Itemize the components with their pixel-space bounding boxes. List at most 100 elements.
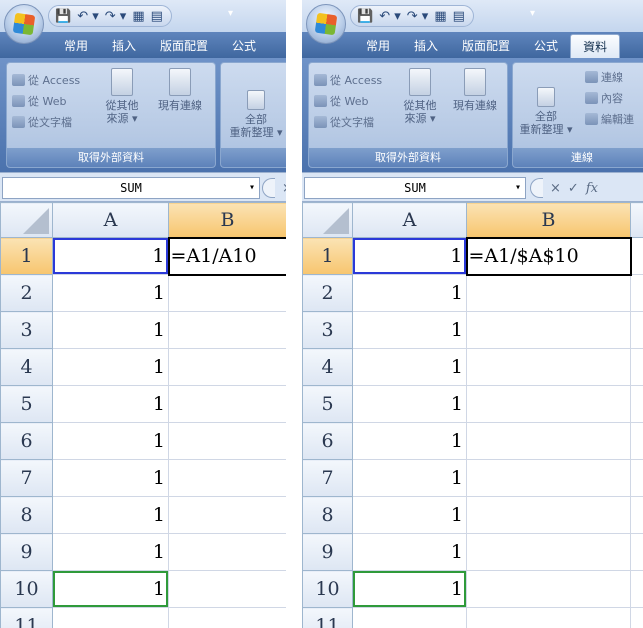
cell-c11[interactable] <box>630 607 643 628</box>
cell-c4[interactable] <box>630 348 643 386</box>
cell-a2[interactable]: 1 <box>52 274 169 312</box>
cell-c10[interactable] <box>630 570 643 608</box>
cell-b4[interactable] <box>466 348 631 386</box>
undo-icon[interactable]: ↶ ▾ <box>77 10 99 23</box>
select-all-corner[interactable] <box>0 202 53 238</box>
cell-b2[interactable] <box>466 274 631 312</box>
row-header[interactable]: 7 <box>0 459 53 497</box>
edit-links-button[interactable]: 編輯連 <box>585 111 634 127</box>
cell-c1[interactable] <box>630 237 643 275</box>
enter-icon[interactable]: ✓ <box>568 181 579 196</box>
column-header-a[interactable]: A <box>352 202 467 238</box>
cell-b9[interactable] <box>168 533 286 571</box>
customize-qat-icon[interactable]: ▾ <box>228 8 233 19</box>
row-header[interactable]: 5 <box>0 385 53 423</box>
from-text-button[interactable]: 從文字檔 <box>314 114 374 130</box>
cell-a10[interactable]: 1 <box>352 570 467 608</box>
from-text-button[interactable]: 從文字檔 <box>12 114 72 130</box>
office-button[interactable] <box>4 4 44 44</box>
cell-b3[interactable] <box>168 311 286 349</box>
row-header[interactable]: 1 <box>302 237 353 275</box>
cell-b1[interactable]: =A1/A10 <box>167 236 286 276</box>
from-other-sources-button[interactable]: 從其他 來源 ▾ <box>99 68 145 125</box>
cell-b9[interactable] <box>466 533 631 571</box>
cell-b6[interactable] <box>466 422 631 460</box>
row-header[interactable]: 3 <box>0 311 53 349</box>
row-header[interactable]: 10 <box>0 570 53 608</box>
cell-c8[interactable] <box>630 496 643 534</box>
column-header-b[interactable]: B <box>466 202 631 238</box>
row-header[interactable]: 4 <box>0 348 53 386</box>
cell-a3[interactable]: 1 <box>52 311 169 349</box>
redo-icon[interactable]: ↷ ▾ <box>105 10 127 23</box>
table-icon[interactable]: ▤ <box>453 10 465 23</box>
cell-b8[interactable] <box>466 496 631 534</box>
row-header[interactable]: 5 <box>302 385 353 423</box>
select-all-corner[interactable] <box>302 202 353 238</box>
cell-a4[interactable]: 1 <box>352 348 467 386</box>
cell-b11[interactable] <box>168 607 286 628</box>
cell-c5[interactable] <box>630 385 643 423</box>
tab-home[interactable]: 常用 <box>354 34 402 58</box>
cell-b5[interactable] <box>168 385 286 423</box>
redo-icon[interactable]: ↷ ▾ <box>407 10 429 23</box>
row-header[interactable]: 11 <box>0 607 53 628</box>
cell-a7[interactable]: 1 <box>352 459 467 497</box>
cell-b6[interactable] <box>168 422 286 460</box>
tab-page-layout[interactable]: 版面配置 <box>148 34 220 58</box>
cell-a1[interactable]: 1 <box>52 237 169 275</box>
existing-connections-button[interactable]: 現有連線 <box>445 68 505 112</box>
column-header-a[interactable]: A <box>52 202 169 238</box>
office-button[interactable] <box>306 4 346 44</box>
connections-button[interactable]: 連線 <box>585 69 623 85</box>
row-header[interactable]: 4 <box>302 348 353 386</box>
row-header[interactable]: 11 <box>302 607 353 628</box>
cell-a11[interactable] <box>352 607 467 628</box>
refresh-all-button[interactable]: 全部 重新整理 ▾ <box>225 90 286 139</box>
row-header[interactable]: 6 <box>302 422 353 460</box>
cell-b2[interactable] <box>168 274 286 312</box>
cell-a6[interactable]: 1 <box>52 422 169 460</box>
chevron-down-icon[interactable]: ▾ <box>249 178 255 198</box>
cell-a5[interactable]: 1 <box>352 385 467 423</box>
cell-a8[interactable]: 1 <box>52 496 169 534</box>
row-header[interactable]: 8 <box>0 496 53 534</box>
form-icon[interactable]: ▦ <box>132 10 144 23</box>
customize-qat-icon[interactable]: ▾ <box>530 8 535 19</box>
column-header-c[interactable] <box>630 202 643 238</box>
cell-c3[interactable] <box>630 311 643 349</box>
cell-a8[interactable]: 1 <box>352 496 467 534</box>
cell-b11[interactable] <box>466 607 631 628</box>
form-icon[interactable]: ▦ <box>434 10 446 23</box>
row-header[interactable]: 9 <box>302 533 353 571</box>
cell-b5[interactable] <box>466 385 631 423</box>
cell-a9[interactable]: 1 <box>352 533 467 571</box>
insert-function-icon[interactable]: fx <box>586 181 598 196</box>
cell-a11[interactable] <box>52 607 169 628</box>
row-header[interactable]: 7 <box>302 459 353 497</box>
cell-a2[interactable]: 1 <box>352 274 467 312</box>
tab-formulas[interactable]: 公式 <box>220 34 268 58</box>
cell-a6[interactable]: 1 <box>352 422 467 460</box>
table-icon[interactable]: ▤ <box>151 10 163 23</box>
undo-icon[interactable]: ↶ ▾ <box>379 10 401 23</box>
cancel-icon[interactable]: × <box>282 181 286 196</box>
cell-b10[interactable] <box>466 570 631 608</box>
from-web-button[interactable]: 從 Web <box>314 93 368 109</box>
cell-c7[interactable] <box>630 459 643 497</box>
row-header[interactable]: 8 <box>302 496 353 534</box>
chevron-down-icon[interactable]: ▾ <box>515 178 521 198</box>
tab-home[interactable]: 常用 <box>52 34 100 58</box>
from-access-button[interactable]: 從 Access <box>12 72 80 88</box>
from-access-button[interactable]: 從 Access <box>314 72 382 88</box>
cell-a4[interactable]: 1 <box>52 348 169 386</box>
row-header[interactable]: 1 <box>0 237 53 275</box>
refresh-all-button[interactable]: 全部 重新整理 ▾ <box>515 87 577 136</box>
existing-connections-button[interactable]: 現有連線 <box>149 68 211 112</box>
cell-b7[interactable] <box>466 459 631 497</box>
cell-b7[interactable] <box>168 459 286 497</box>
cell-a9[interactable]: 1 <box>52 533 169 571</box>
tab-insert[interactable]: 插入 <box>100 34 148 58</box>
tab-data[interactable]: 資料 <box>570 34 621 58</box>
row-header[interactable]: 6 <box>0 422 53 460</box>
